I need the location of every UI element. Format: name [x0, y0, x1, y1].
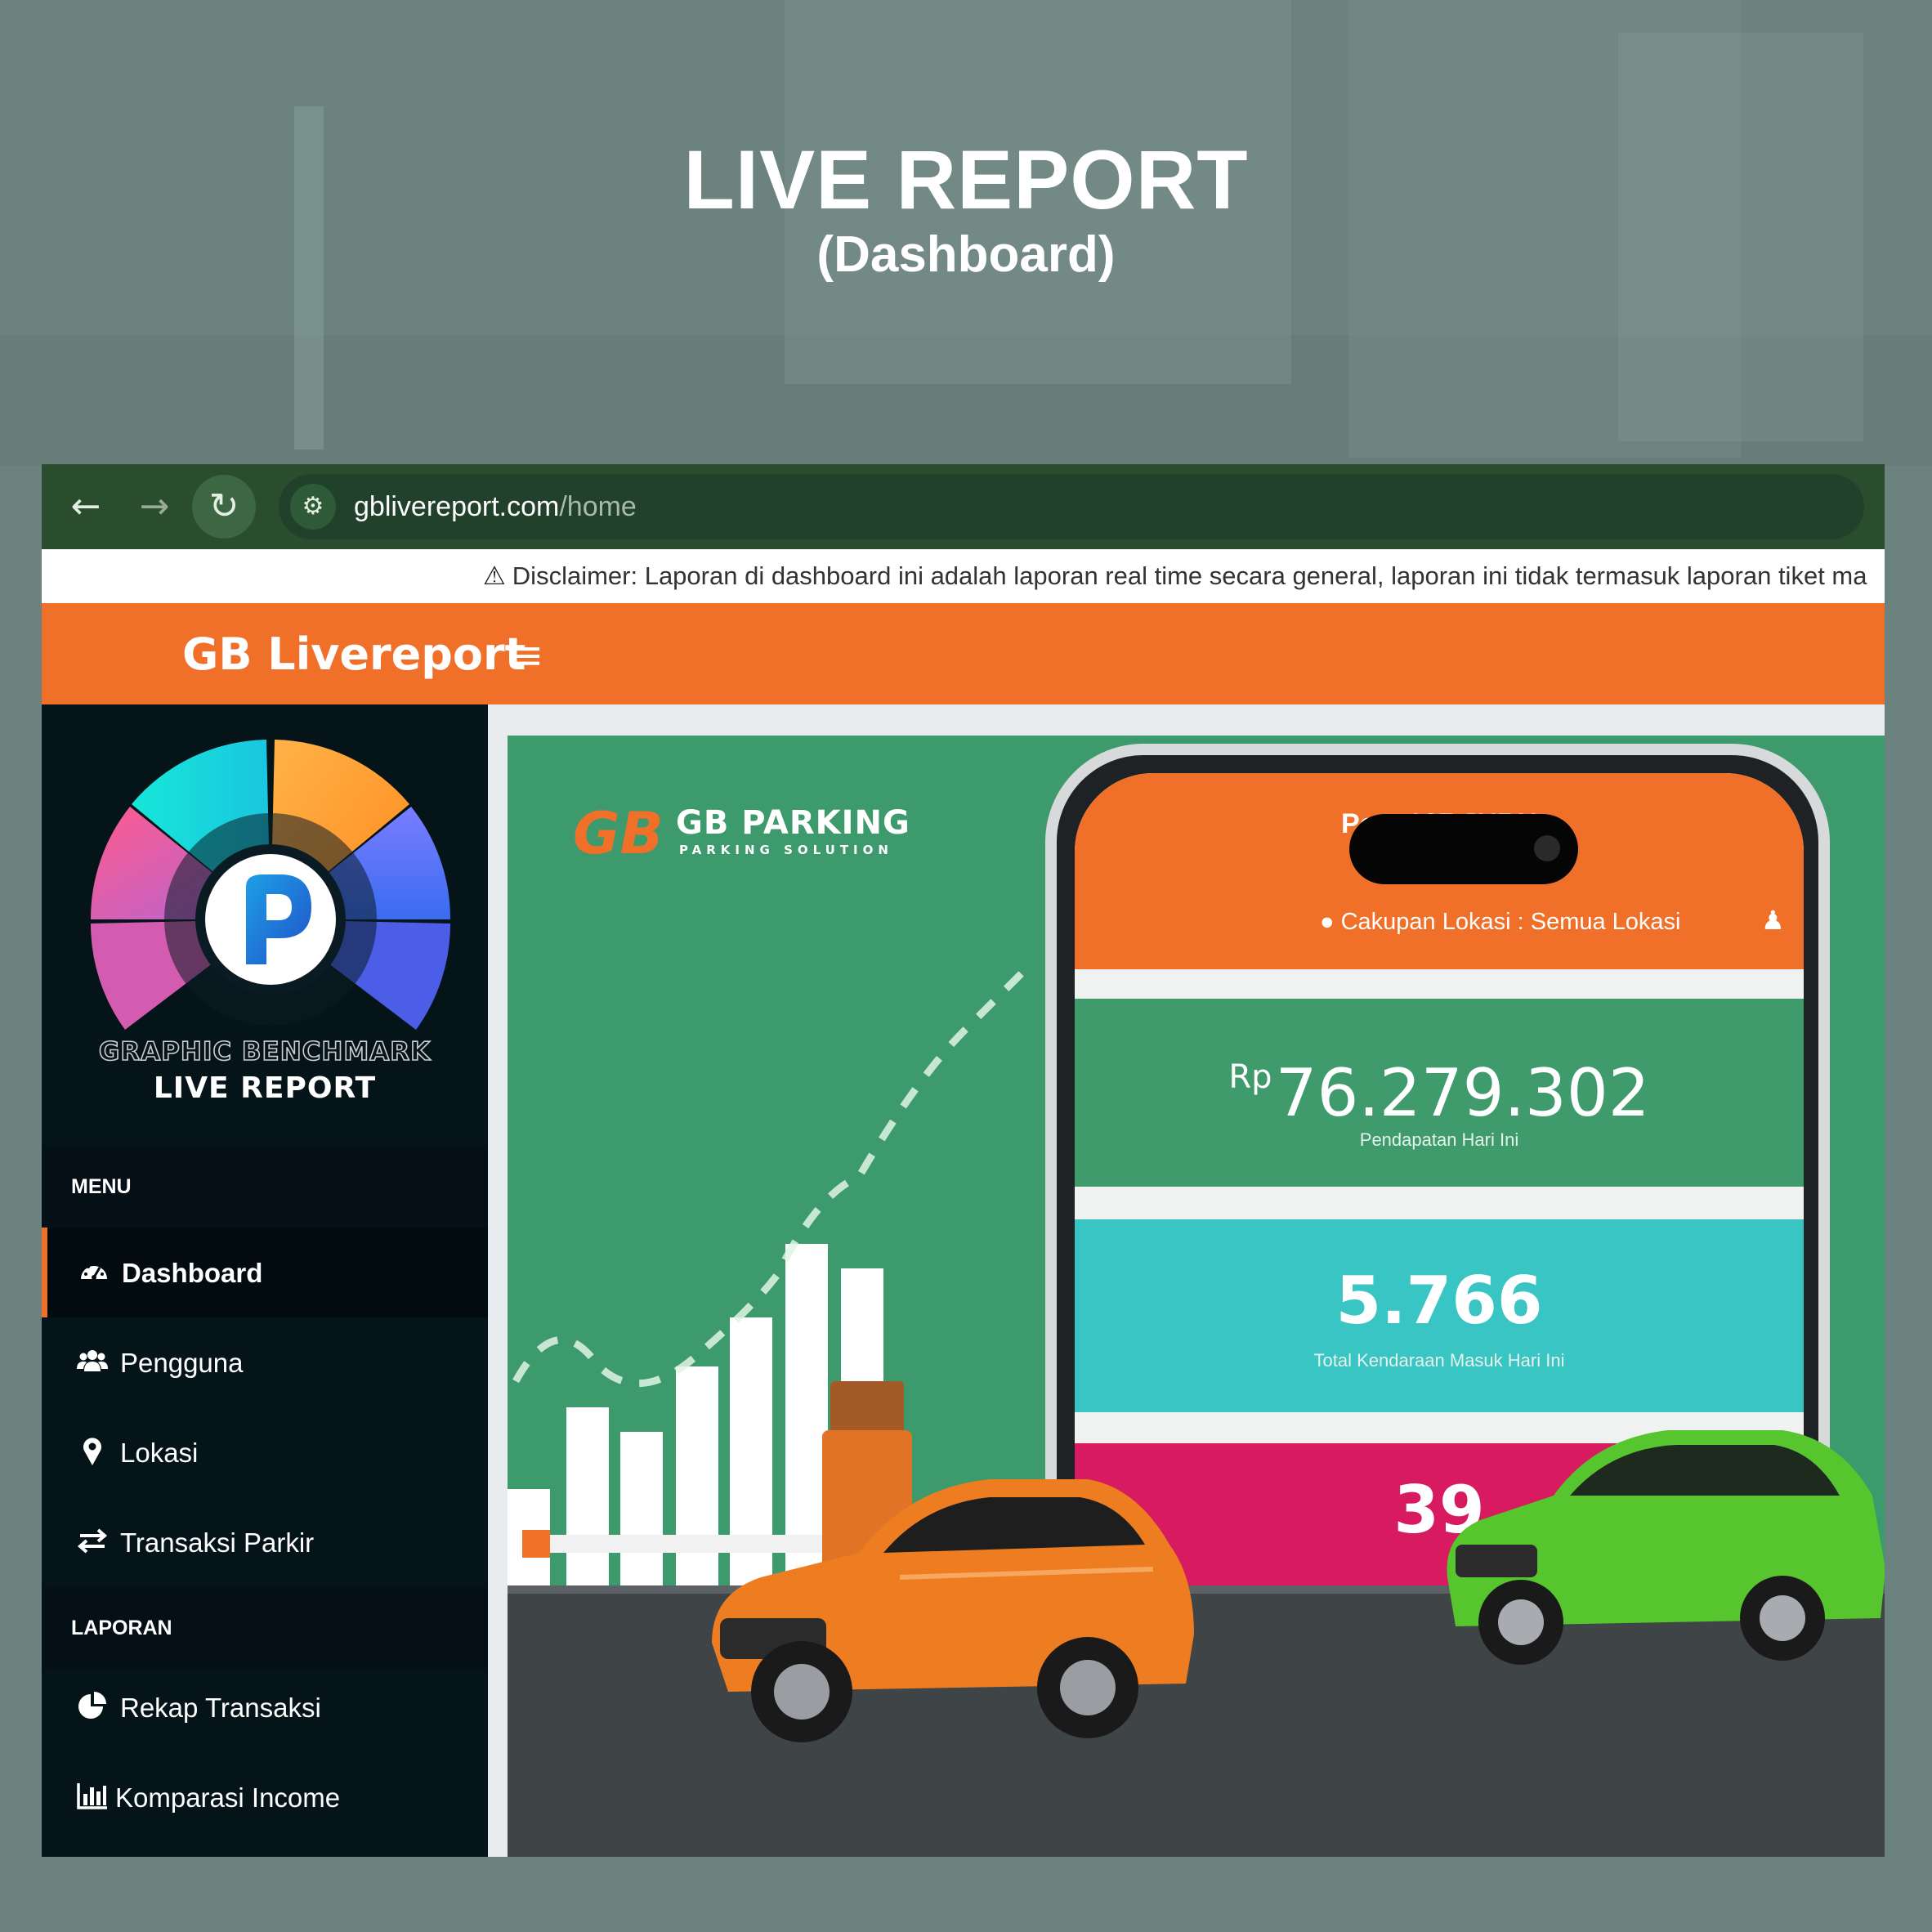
vehicles-label: Total Kendaraan Masuk Hari Ini [1313, 1350, 1565, 1371]
disclaimer-text: Disclaimer: Laporan di dashboard ini ada… [512, 561, 1867, 590]
sidebar: GRAPHIC BENCHMARK LIVE REPORT MENU Dashb… [42, 704, 488, 1857]
map-pin-icon: ● [1320, 909, 1341, 935]
address-bar[interactable]: ⚙ gblivereport.com/home [279, 474, 1864, 539]
disclaimer-banner: ⚠ Disclaimer: Laporan di dashboard ini ad… [42, 549, 1885, 603]
hamburger-icon[interactable]: ≡ [511, 631, 543, 680]
arrow-left-icon[interactable]: ← [61, 482, 110, 531]
sidebar-item-dashboard[interactable]: Dashboard [42, 1228, 488, 1317]
bar-chart-icon [74, 1779, 110, 1815]
url-domain: gblivereport.com [354, 491, 560, 522]
main-content: GB GB PARKING PARKING SOLUTION Po ...127… [488, 704, 1885, 1857]
sidebar-item-label: Pengguna [120, 1348, 244, 1378]
arrow-right-icon[interactable]: → [130, 482, 179, 531]
reload-icon[interactable]: ↻ [192, 475, 256, 539]
sidebar-item-label: Dashboard [122, 1258, 263, 1288]
sidebar-item-transaksi-parkir[interactable]: Transaksi Parkir [42, 1497, 488, 1587]
sidebar-item-label: Rekap Transaksi [120, 1693, 321, 1723]
green-hatchback-image [1447, 1430, 1885, 1665]
revenue-value: Rp76.279.302 [1075, 1038, 1804, 1133]
phone-location: ● Cakupan Lokasi : Semua Lokasi [1320, 906, 1681, 938]
menu-heading: LAPORAN [71, 1617, 172, 1639]
orange-suv-image [712, 1479, 1194, 1742]
sidebar-item-label: Lokasi [120, 1438, 199, 1468]
revenue-amount: 76.279.302 [1275, 1055, 1650, 1131]
revenue-label: Pendapatan Hari Ini [1359, 1129, 1519, 1150]
logo-caption-live-report: LIVE REPORT [153, 1071, 377, 1105]
url-text[interactable]: gblivereport.com/home [354, 487, 637, 526]
phone-app-header: Po ...127 JURU ● Cakupan Lokasi : Semua … [1075, 773, 1804, 969]
tune-icon[interactable]: ⚙ [290, 484, 336, 530]
gb-parking-name: GB PARKING [676, 804, 910, 842]
pie-chart-icon [74, 1689, 110, 1725]
disclaimer-marquee: ⚠ Disclaimer: Laporan di dashboard ini ad… [483, 559, 1867, 593]
gb-parking-tagline: PARKING SOLUTION [679, 843, 893, 857]
warning-icon: ⚠ [483, 561, 506, 590]
user-icon: ♟ [1761, 905, 1785, 936]
menu-section-header: LAPORAN [42, 1587, 488, 1669]
exchange-icon [74, 1524, 110, 1560]
promo-banner: GB GB PARKING PARKING SOLUTION Po ...127… [508, 736, 1885, 1857]
hero-title: LIVE REPORT [683, 133, 1249, 226]
sidebar-item-rekap-transaksi[interactable]: Rekap Transaksi [42, 1662, 488, 1752]
revenue-card: Rp76.279.302 Pendapatan Hari Ini [1075, 999, 1804, 1187]
map-pin-icon [74, 1434, 110, 1470]
parking-gate-arm-tip [522, 1530, 550, 1558]
menu-section-header: MENU [42, 1146, 488, 1228]
sidebar-item-pengguna[interactable]: Pengguna [42, 1317, 488, 1407]
vehicles-card: 5.766 Total Kendaraan Masuk Hari Ini [1075, 1219, 1804, 1412]
browser-toolbar: ← → ↻ ⚙ gblivereport.com/home [42, 464, 1885, 549]
phone-location-text: Cakupan Lokasi : Semua Lokasi [1340, 909, 1681, 935]
vehicles-value: 5.766 [1335, 1263, 1543, 1339]
logo-caption-graphic-benchmark: GRAPHIC BENCHMARK [98, 1036, 432, 1067]
gb-parking-logo-icon: GB [573, 800, 664, 867]
sidebar-item-komparasi-income[interactable]: Komparasi Income [42, 1752, 488, 1842]
hero-subtitle: (Dashboard) [816, 226, 1116, 283]
url-path: /home [559, 491, 637, 522]
sidebar-item-label: Komparasi Income [115, 1782, 341, 1813]
brand-title[interactable]: GB Livereport [182, 628, 525, 682]
menu-heading: MENU [71, 1175, 132, 1198]
app-header: GB Livereport ≡ [42, 603, 1885, 704]
sidebar-item-lokasi[interactable]: Lokasi [42, 1407, 488, 1497]
phone-dynamic-island [1349, 814, 1578, 884]
browser-window: ← → ↻ ⚙ gblivereport.com/home ⚠ Disclaime… [42, 464, 1885, 1857]
sidebar-item-label: Transaksi Parkir [120, 1527, 315, 1558]
speedometer-icon [76, 1254, 112, 1290]
currency-prefix: Rp [1228, 1058, 1272, 1096]
users-icon [74, 1344, 110, 1380]
